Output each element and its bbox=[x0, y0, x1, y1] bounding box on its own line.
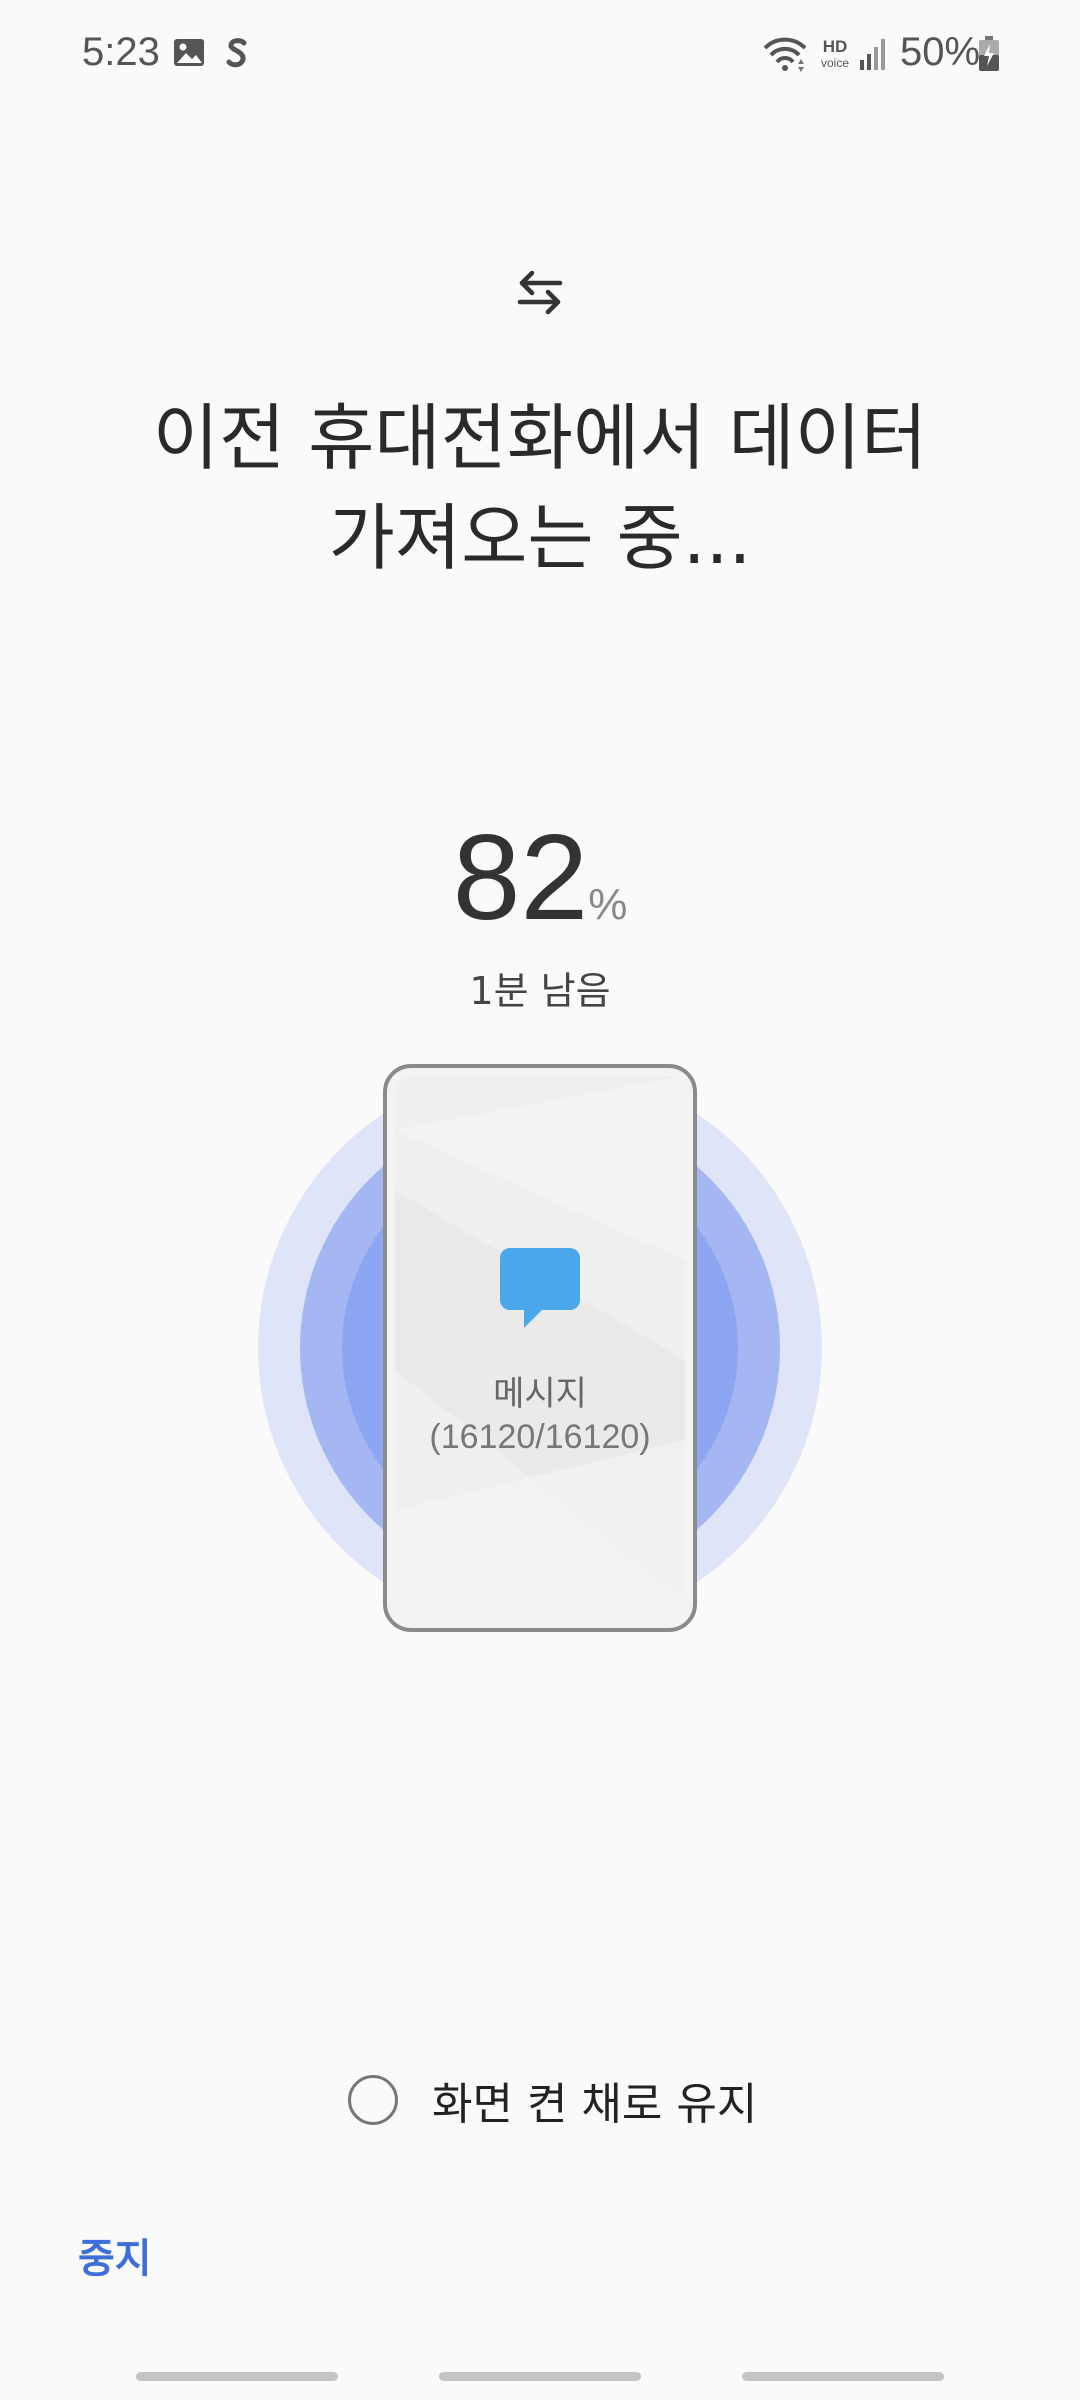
current-item-label: 메시지 bbox=[493, 1374, 587, 1414]
progress-unit: % bbox=[588, 880, 628, 929]
transfer-arrows-icon bbox=[510, 262, 570, 322]
navigation-bar bbox=[0, 2360, 1080, 2400]
nav-back-button[interactable] bbox=[742, 2372, 944, 2381]
message-bubble-icon bbox=[498, 1246, 582, 1330]
signal-icon bbox=[858, 36, 888, 76]
time-remaining: 1분 남음 bbox=[469, 969, 611, 1013]
nav-recents-button[interactable] bbox=[136, 2372, 338, 2381]
status-time: 5:23 bbox=[82, 30, 160, 74]
status-bar: 5:23 HD voice 50% bbox=[0, 0, 1080, 110]
battery-charging-icon bbox=[978, 36, 1000, 76]
page-title: 이전 휴대전화에서 데이터 가져오는 중... bbox=[152, 396, 928, 580]
svg-text:voice: voice bbox=[821, 56, 849, 70]
keep-screen-on-option[interactable]: 화면 켠 채로 유지 bbox=[348, 2070, 757, 2130]
progress-percentage: 82 bbox=[452, 809, 589, 945]
keep-screen-on-radio[interactable] bbox=[348, 2075, 398, 2125]
hd-voice-icon: HD voice bbox=[815, 36, 855, 76]
stop-button[interactable]: 중지 bbox=[78, 2226, 152, 2284]
keep-screen-on-label: 화면 켠 채로 유지 bbox=[432, 2079, 758, 2130]
current-item-count: (16120/16120) bbox=[429, 1418, 651, 1456]
transfer-illustration bbox=[255, 1060, 825, 1640]
nav-home-button[interactable] bbox=[439, 2372, 641, 2381]
samsung-pay-icon bbox=[222, 36, 252, 76]
svg-text:HD: HD bbox=[823, 37, 848, 56]
gallery-icon bbox=[172, 36, 206, 74]
wifi-icon bbox=[762, 36, 808, 78]
battery-percentage: 50% bbox=[900, 30, 981, 74]
progress-indicator: 82% bbox=[0, 812, 1080, 942]
